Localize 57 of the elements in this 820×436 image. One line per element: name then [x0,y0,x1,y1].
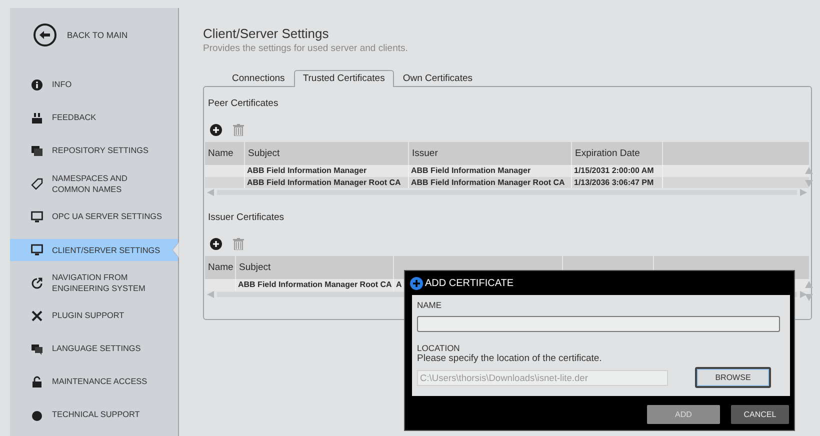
tab[interactable]: Connections [223,70,294,87]
table-cell: ABB Field Information Manager Root CA [411,178,565,186]
dialog-title: ADD CERTIFICATE [425,278,514,288]
sidebar-item[interactable]: PLUGIN SUPPORT [10,299,178,332]
sidebar-item[interactable]: REPOSITORY SETTINGS [10,134,178,167]
column-header[interactable]: Subject [239,262,271,273]
table-cell: A [396,280,402,289]
info-icon [31,78,43,90]
sidebar-item[interactable]: OPC UA SERVER SETTINGS [10,200,178,233]
page-title: Client/Server Settings [203,26,330,41]
sidebar-item[interactable]: NAVIGATION FROM ENGINEERING SYSTEM [10,266,178,299]
sidebar-item[interactable]: MAINTENANCE ACCESS [10,365,178,398]
trash-icon[interactable] [233,124,244,136]
table-cell: ABB Field Information Manager Root CA [238,280,392,289]
section-title: Peer Certificates [207,98,280,109]
add-icon[interactable] [210,238,222,250]
page-subtitle: Provides the settings for used server and clients. [203,43,409,54]
tab[interactable]: Trusted Certificates [294,70,394,87]
table-cell: ABB Field Information Manager Root CA [247,178,401,186]
feedback-icon [31,112,43,124]
monitor-icon [31,244,43,256]
trash-icon[interactable] [233,238,244,250]
name-input-field[interactable] [417,316,780,332]
table-cell: ABB Field Information Manager [247,166,367,175]
sidebar-item[interactable]: TECHNICAL SUPPORT [10,398,178,431]
sidebar-item[interactable]: CLIENT/SERVER SETTINGS [10,239,178,261]
stack-icon [31,144,43,156]
sidebar-item[interactable]: NAMESPACES AND COMMON NAMES [10,167,178,200]
column-header[interactable]: Subject [248,148,280,159]
location-hint: Please specify the location of the certificate. [417,353,603,364]
add-icon [410,276,423,290]
sidebar-item[interactable]: INFO [10,68,178,101]
tab[interactable]: Own Certificates [394,70,482,87]
table-cell: ABB Field Information Manager [411,166,531,175]
column-header[interactable]: Issuer [412,148,438,159]
add-icon[interactable] [210,124,222,136]
link-out-icon [31,276,43,288]
column-header[interactable]: Expiration Date [575,148,640,159]
cancel-button[interactable]: CANCEL [731,405,789,424]
section-title: Issuer Certificates [207,212,286,223]
lock-icon [31,376,43,388]
monitor-icon [31,210,43,222]
horizontal-scrollbar[interactable] [217,190,797,194]
name-label: NAME [417,300,443,310]
column-header[interactable]: Name [208,148,234,159]
selection-pointer-icon [172,242,179,258]
sidebar-item[interactable]: LANGUAGE SETTINGS [10,332,178,365]
table-cell: 1/13/2036 3:06:47 PM [574,178,654,186]
vertical-scroll-arrows-icon[interactable] [805,165,813,189]
browse-button[interactable]: BROWSE [695,367,771,388]
tag-icon [31,178,43,190]
column-header[interactable]: Name [208,262,234,273]
back-to-main-link[interactable]: BACK TO MAIN [67,30,128,40]
chat-icon [31,342,43,354]
location-label: LOCATION [417,343,461,353]
sidebar-item[interactable]: FEEDBACK [10,101,178,134]
table-cell: 1/15/2031 2:00:00 AM [574,166,654,175]
